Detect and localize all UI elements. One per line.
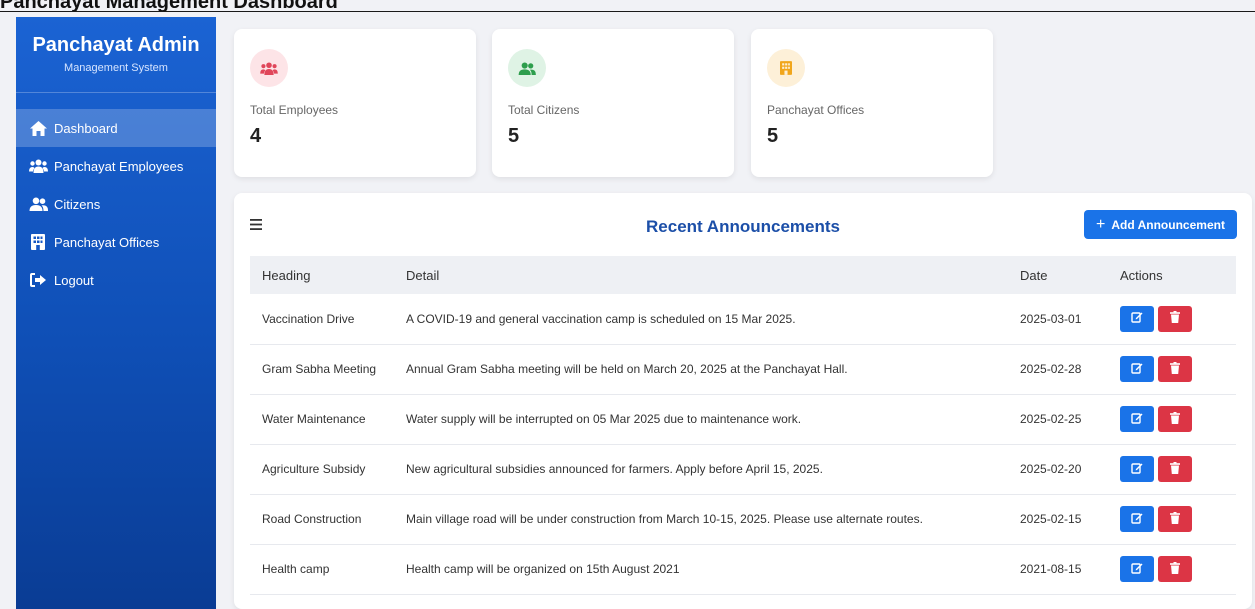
trash-icon [1170, 361, 1180, 377]
user-group-icon [28, 195, 48, 213]
building-icon [28, 233, 48, 251]
row-heading: Vaccination Drive [250, 294, 406, 345]
table-row: Road Construction Main village road will … [250, 494, 1236, 545]
announcements-panel: Recent Announcements + Add Announcement … [234, 193, 1252, 609]
users-icon [250, 49, 288, 87]
edit-icon [1131, 311, 1143, 326]
edit-icon [1131, 362, 1143, 377]
sidebar-item-citizens[interactable]: Citizens [16, 185, 216, 223]
home-icon [28, 119, 48, 137]
row-actions [1120, 294, 1236, 345]
building-icon [767, 49, 805, 87]
row-detail: A COVID-19 and general vaccination camp … [406, 294, 1020, 345]
stat-label: Total Employees [250, 103, 339, 117]
row-actions [1120, 544, 1236, 595]
stat-value: 5 [767, 125, 779, 147]
edit-icon [1131, 462, 1143, 477]
page-heading: Panchayat Management Dashboard [0, 0, 338, 13]
table-header-row: Heading Detail Date Actions [250, 256, 1236, 294]
row-heading: Health camp [250, 544, 406, 595]
trash-icon [1170, 561, 1180, 577]
sidebar-nav: Dashboard Panchayat Employees Citizens P… [16, 109, 216, 299]
delete-button[interactable] [1158, 456, 1192, 482]
row-detail: Main village road will be under construc… [406, 494, 1020, 545]
row-actions [1120, 494, 1236, 545]
stat-card-offices: Panchayat Offices 5 [751, 29, 993, 177]
sidebar-item-offices[interactable]: Panchayat Offices [16, 223, 216, 261]
sidebar-item-employees[interactable]: Panchayat Employees [16, 147, 216, 185]
stat-value: 5 [508, 125, 520, 147]
stat-value: 4 [250, 125, 262, 147]
panel-header: Recent Announcements + Add Announcement [234, 193, 1252, 255]
row-detail: Health camp will be organized on 15th Au… [406, 544, 1020, 595]
delete-button[interactable] [1158, 556, 1192, 582]
row-heading: Agriculture Subsidy [250, 444, 406, 495]
row-heading: Road Construction [250, 494, 406, 545]
row-detail: Annual Gram Sabha meeting will be held o… [406, 344, 1020, 395]
row-date: 2025-02-25 [1020, 394, 1120, 445]
stat-card-employees: Total Employees 4 [234, 29, 476, 177]
row-date: 2025-02-28 [1020, 344, 1120, 395]
users-icon [28, 157, 48, 175]
table-row: Gram Sabha Meeting Annual Gram Sabha meet… [250, 344, 1236, 395]
delete-button[interactable] [1158, 506, 1192, 532]
row-heading: Water Maintenance [250, 394, 406, 445]
delete-button[interactable] [1158, 305, 1192, 332]
trash-icon [1170, 511, 1180, 527]
delete-button[interactable] [1158, 406, 1192, 432]
trash-icon [1170, 411, 1180, 427]
sidebar-item-label: Dashboard [54, 120, 118, 136]
table-row: Water Maintenance Water supply will be in… [250, 394, 1236, 445]
row-detail: New agricultural subsidies announced for… [406, 444, 1020, 495]
sidebar-item-label: Logout [54, 272, 94, 288]
brand-subtitle: Management System [64, 62, 168, 74]
edit-button[interactable] [1120, 356, 1154, 382]
edit-icon [1131, 562, 1143, 577]
edit-icon [1131, 412, 1143, 427]
stat-card-citizens: Total Citizens 5 [492, 29, 734, 177]
edit-button[interactable] [1120, 305, 1154, 332]
row-detail: Water supply will be interrupted on 05 M… [406, 394, 1020, 445]
column-header-detail: Detail [406, 267, 440, 283]
announcements-table: Heading Detail Date Actions Vaccination … [250, 256, 1236, 595]
row-date: 2025-03-01 [1020, 294, 1120, 345]
brand: Panchayat Admin Management System [16, 17, 216, 93]
edit-button[interactable] [1120, 506, 1154, 532]
column-header-actions: Actions [1120, 267, 1163, 283]
brand-title: Panchayat Admin [32, 34, 200, 56]
column-header-heading: Heading [262, 267, 311, 283]
sidebar-item-label: Panchayat Offices [54, 234, 160, 250]
row-actions [1120, 344, 1236, 395]
row-date: 2025-02-20 [1020, 444, 1120, 495]
sidebar-item-dashboard[interactable]: Dashboard [16, 109, 216, 147]
delete-button[interactable] [1158, 356, 1192, 382]
row-actions [1120, 444, 1236, 495]
edit-button[interactable] [1120, 456, 1154, 482]
table-row: Vaccination Drive A COVID-19 and general … [250, 294, 1236, 345]
trash-icon [1170, 461, 1180, 477]
table-row: Agriculture Subsidy New agricultural subs… [250, 444, 1236, 495]
sidebar-item-label: Panchayat Employees [54, 158, 184, 174]
edit-icon [1131, 512, 1143, 527]
row-date: 2025-02-15 [1020, 494, 1120, 545]
sidebar-item-label: Citizens [54, 196, 101, 212]
sidebar-item-logout[interactable]: Logout [16, 261, 216, 299]
row-heading: Gram Sabha Meeting [250, 344, 406, 395]
trash-icon [1170, 311, 1180, 326]
heading-divider [0, 11, 1255, 12]
row-actions [1120, 394, 1236, 445]
logout-icon [28, 271, 48, 289]
column-header-date: Date [1020, 267, 1048, 283]
edit-button[interactable] [1120, 556, 1154, 582]
edit-button[interactable] [1120, 406, 1154, 432]
row-date: 2021-08-15 [1020, 544, 1120, 595]
user-group-icon [508, 49, 546, 87]
table-row: Health camp Health camp will be organized… [250, 544, 1236, 595]
add-announcement-label: Add Announcement [1111, 217, 1225, 232]
plus-icon: + [1096, 215, 1106, 233]
add-announcement-button[interactable]: + Add Announcement [1084, 210, 1237, 239]
stat-label: Panchayat Offices [767, 103, 865, 117]
sidebar: Panchayat Admin Management System Dashbo… [16, 17, 216, 609]
stat-label: Total Citizens [508, 103, 580, 117]
